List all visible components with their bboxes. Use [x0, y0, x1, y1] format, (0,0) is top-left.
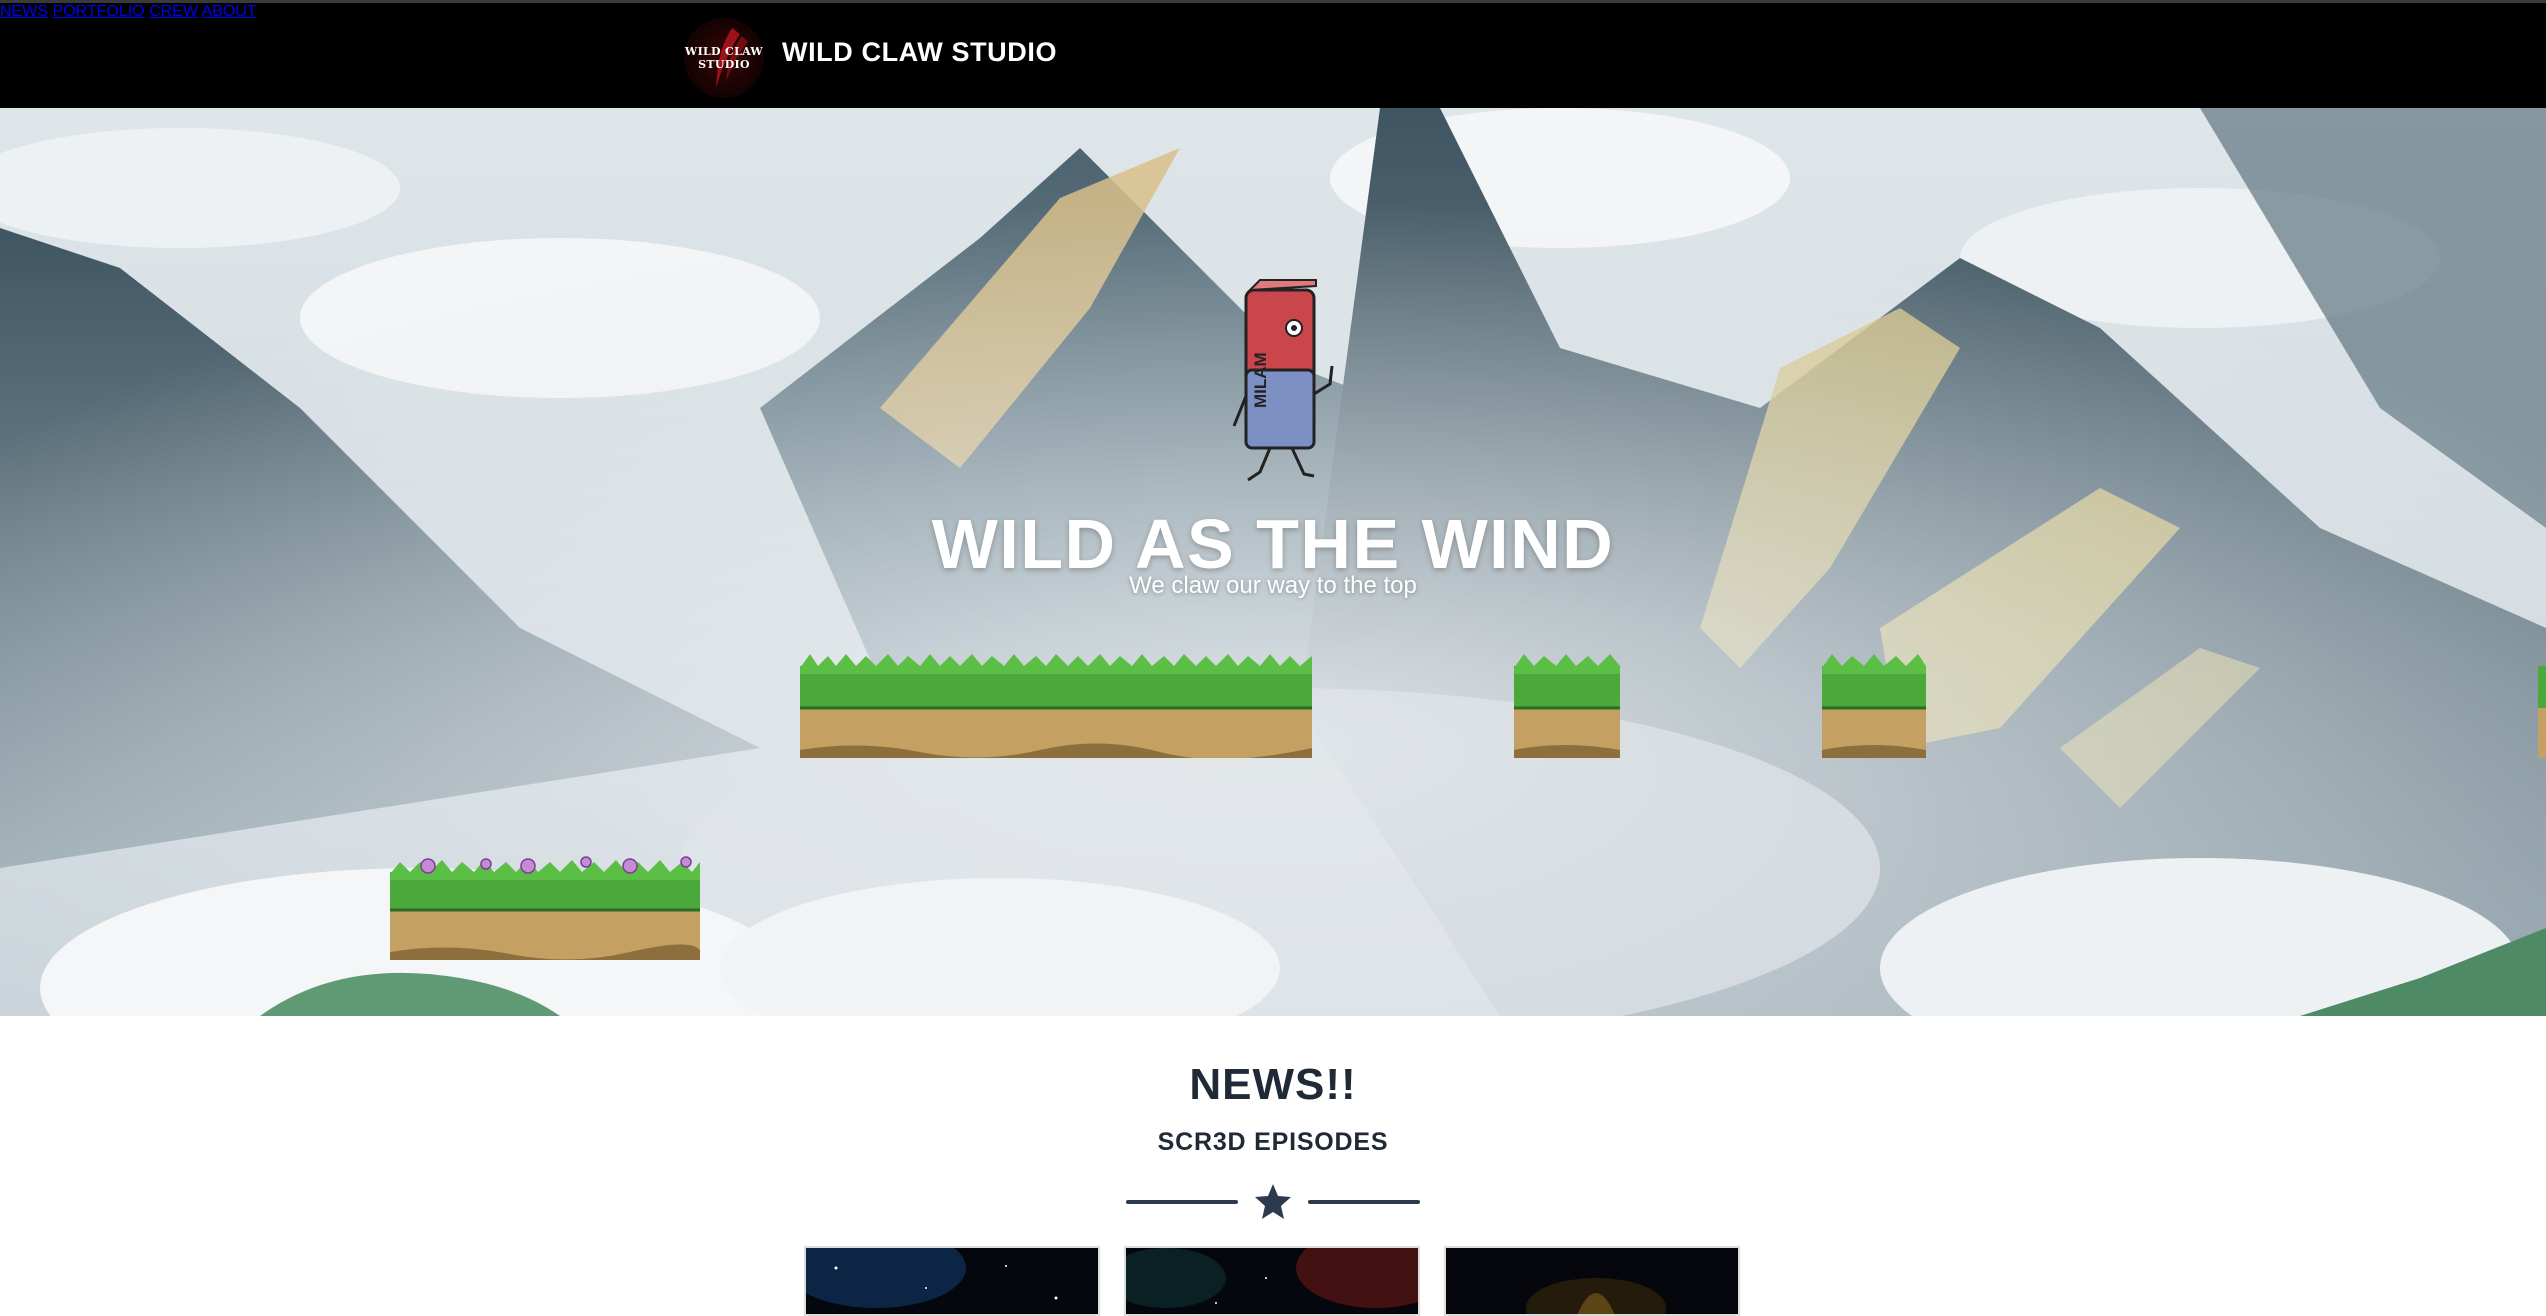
- episode-thumbnail-2: [1126, 1248, 1418, 1314]
- logo-text-line1: WILD CLAW: [684, 45, 764, 58]
- episode-card-1[interactable]: [804, 1246, 1100, 1316]
- nav-portfolio[interactable]: PORTFOLIO: [52, 3, 144, 20]
- episode-thumbnail-3: [1446, 1248, 1738, 1314]
- grass-platform-small-1: [1514, 654, 1620, 758]
- brand-name[interactable]: WILD CLAW STUDIO: [782, 37, 1057, 68]
- star-icon: [1255, 1184, 1291, 1219]
- eraser-character: MILAM: [1232, 279, 1334, 482]
- nav-crew[interactable]: CREW: [149, 3, 198, 20]
- divider-line-left: [1126, 1200, 1238, 1204]
- grass-platform-edge: [2538, 666, 2546, 758]
- logo-text-line2: STUDIO: [698, 58, 750, 71]
- episode-card-3[interactable]: [1444, 1246, 1740, 1316]
- hero-subtitle: We claw our way to the top: [1129, 572, 1417, 599]
- nav-about[interactable]: ABOUT: [202, 3, 257, 20]
- grass-platform-small-2: [1822, 654, 1926, 758]
- hero-banner: MILAM WILD AS THE WIND We claw our way t…: [0, 108, 2546, 1016]
- logo-text: WILD CLAW STUDIO: [685, 45, 763, 71]
- news-heading: NEWS!!: [1189, 1060, 1357, 1109]
- news-subheading: SCR3D EPISODES: [1157, 1128, 1389, 1156]
- episode-thumbnail-1: [806, 1248, 1098, 1314]
- nav-news[interactable]: NEWS: [0, 3, 48, 20]
- flower-platform: [390, 856, 700, 960]
- eraser-label: MILAM: [1251, 352, 1270, 408]
- divider-line-right: [1308, 1200, 1420, 1204]
- grass-platform-large: [800, 654, 1312, 758]
- section-divider: [1126, 1182, 1420, 1222]
- episode-card-2[interactable]: [1124, 1246, 1420, 1316]
- studio-logo[interactable]: WILD CLAW STUDIO: [684, 18, 764, 98]
- top-navbar: WILD CLAW STUDIO WILD CLAW STUDIO NEWS P…: [0, 0, 2546, 108]
